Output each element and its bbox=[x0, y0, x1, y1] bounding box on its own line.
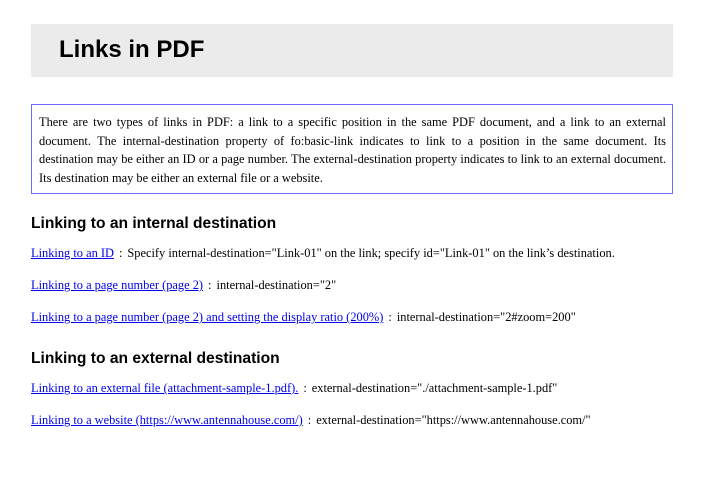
separator: : bbox=[307, 413, 312, 427]
intro-paragraph: There are two types of links in PDF: a l… bbox=[31, 104, 673, 194]
page-title: Links in PDF bbox=[59, 36, 205, 63]
list-item-internal-id: Linking to an ID: Specify internal-destin… bbox=[31, 245, 615, 261]
link-description: Specify internal-destination="Link-01" o… bbox=[127, 246, 615, 260]
link-internal-page-zoom[interactable]: Linking to a page number (page 2) and se… bbox=[31, 310, 383, 324]
external-destination-heading: Linking to an external destination bbox=[31, 350, 280, 367]
link-description: internal-destination="2" bbox=[216, 278, 337, 292]
link-description: external-destination="./attachment-sampl… bbox=[311, 381, 558, 395]
link-internal-page[interactable]: Linking to a page number (page 2) bbox=[31, 278, 203, 292]
separator: : bbox=[208, 278, 212, 292]
title-bar: Links in PDF bbox=[31, 24, 673, 77]
link-external-file[interactable]: Linking to an external file (attachment-… bbox=[31, 381, 298, 395]
list-item-internal-page-zoom: Linking to a page number (page 2) and se… bbox=[31, 309, 576, 325]
link-external-website[interactable]: Linking to a website (https://www.antenn… bbox=[31, 413, 303, 427]
link-description: internal-destination="2#zoom=200" bbox=[396, 310, 576, 324]
separator: : bbox=[303, 381, 307, 395]
list-item-external-file: Linking to an external file (attachment-… bbox=[31, 380, 557, 396]
internal-destination-heading: Linking to an internal destination bbox=[31, 215, 277, 232]
link-description: external-destination="https://www.antenn… bbox=[316, 413, 591, 427]
separator: : bbox=[388, 310, 392, 324]
link-internal-id[interactable]: Linking to an ID bbox=[31, 246, 114, 260]
list-item-internal-page: Linking to a page number (page 2): intern… bbox=[31, 277, 336, 293]
separator: : bbox=[118, 246, 123, 260]
list-item-external-website: Linking to a website (https://www.antenn… bbox=[31, 412, 591, 428]
